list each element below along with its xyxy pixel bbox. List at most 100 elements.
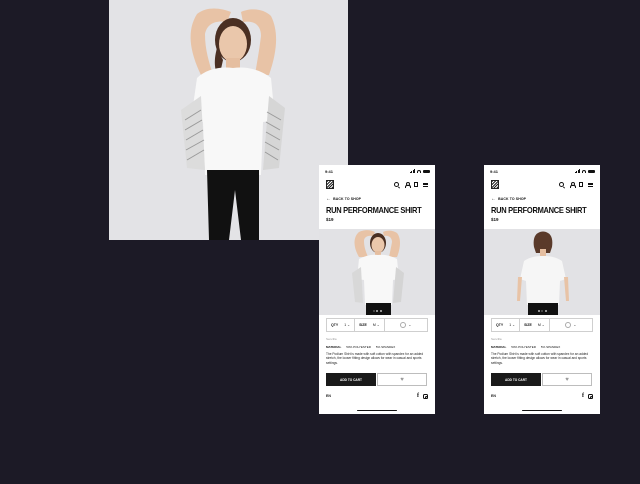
quantity-selector[interactable]: QTY 1 ⌄ xyxy=(492,319,521,331)
instagram-icon[interactable] xyxy=(588,393,594,399)
size-label: SIZE xyxy=(524,323,532,327)
shopping-bag-icon[interactable] xyxy=(579,182,583,187)
product-image-carousel[interactable] xyxy=(484,229,600,315)
system-icons xyxy=(409,169,430,173)
model-front-illustration xyxy=(319,229,435,315)
size-selector[interactable]: SIZE M ⌄ xyxy=(355,319,385,331)
wifi-icon xyxy=(417,169,421,173)
facebook-icon[interactable]: f xyxy=(582,393,584,399)
color-swatch xyxy=(400,322,407,328)
search-icon[interactable] xyxy=(394,182,399,187)
product-options-bar: QTY 1 ⌄ SIZE M ⌄ ⌄ xyxy=(326,318,428,332)
quantity-selector[interactable]: QTY 1 ⌄ xyxy=(327,319,356,331)
account-icon[interactable] xyxy=(404,182,411,188)
chevron-down-icon: ⌄ xyxy=(375,323,380,327)
menu-icon[interactable] xyxy=(588,182,593,187)
qty-label: QTY xyxy=(496,323,504,327)
material-item: 50% POLYESTER xyxy=(511,345,536,349)
brand-logo-icon[interactable] xyxy=(491,180,499,189)
model-front-illustration xyxy=(109,0,348,240)
wifi-icon xyxy=(582,169,586,173)
product-price: $19 xyxy=(326,217,334,222)
carousel-dot[interactable] xyxy=(376,310,378,312)
language-selector[interactable]: EN xyxy=(326,394,331,398)
system-icons xyxy=(574,169,595,173)
search-icon[interactable] xyxy=(559,182,564,187)
material-label: MATERIAL xyxy=(326,345,342,349)
nav-icons xyxy=(394,182,428,188)
status-bar: 9:41 xyxy=(325,169,430,175)
chevron-down-icon: ⌄ xyxy=(408,323,412,327)
product-price: $19 xyxy=(491,217,499,222)
material-label: MATERIAL xyxy=(491,345,507,349)
language-selector[interactable]: EN xyxy=(491,394,496,398)
chevron-down-icon: ⌄ xyxy=(511,323,516,327)
hero-product-photo xyxy=(109,0,348,240)
back-to-shop-link[interactable]: ← BACK TO SHOP xyxy=(491,196,526,202)
battery-icon xyxy=(588,169,595,173)
brand-logo-icon[interactable] xyxy=(326,180,334,189)
carousel-dots[interactable] xyxy=(319,310,435,312)
social-links: f xyxy=(417,393,429,399)
color-selector[interactable]: ⌄ xyxy=(550,319,592,331)
qty-label: QTY xyxy=(331,323,339,327)
home-indicator xyxy=(357,409,397,411)
color-swatch xyxy=(565,322,572,328)
product-title: RUN PERFORMANCE SHIRT xyxy=(491,205,587,216)
signal-icon xyxy=(574,169,580,173)
size-selector[interactable]: SIZE M ⌄ xyxy=(520,319,550,331)
top-navigation xyxy=(491,180,593,190)
product-options-bar: QTY 1 ⌄ SIZE M ⌄ ⌄ xyxy=(491,318,593,332)
model-back-illustration xyxy=(484,229,600,315)
top-navigation xyxy=(326,180,428,190)
chevron-down-icon: ⌄ xyxy=(346,323,351,327)
status-time: 9:41 xyxy=(490,169,499,174)
heart-icon: ♥ xyxy=(400,376,404,383)
add-to-cart-button[interactable]: ADD TO CART xyxy=(326,373,376,386)
battery-icon xyxy=(423,169,430,173)
arrow-left-icon: ← xyxy=(491,196,497,202)
home-indicator xyxy=(522,409,562,411)
size-label: SIZE xyxy=(359,323,367,327)
material-info: MATERIAL 50% POLYESTER 5% SPANDEX xyxy=(491,345,560,349)
material-info: MATERIAL 50% POLYESTER 5% SPANDEX xyxy=(326,345,395,349)
carousel-dot[interactable] xyxy=(544,310,547,312)
wishlist-button[interactable]: ♥ xyxy=(377,373,427,386)
carousel-dot[interactable] xyxy=(379,310,382,312)
carousel-dot[interactable] xyxy=(541,310,543,312)
status-time: 9:41 xyxy=(325,169,334,174)
menu-icon[interactable] xyxy=(423,182,428,187)
material-item: 50% POLYESTER xyxy=(346,345,371,349)
product-description: The Podium Shirt is made with soft cotto… xyxy=(326,352,424,365)
nav-icons xyxy=(559,182,593,188)
add-to-cart-button[interactable]: ADD TO CART xyxy=(491,373,541,386)
instagram-icon[interactable] xyxy=(423,393,429,399)
carousel-dot[interactable] xyxy=(537,310,540,312)
material-item: 5% SPANDEX xyxy=(540,345,561,349)
chevron-down-icon: ⌄ xyxy=(540,323,545,327)
facebook-icon[interactable]: f xyxy=(417,393,419,399)
heart-icon: ♥ xyxy=(565,376,569,383)
material-item: 5% SPANDEX xyxy=(375,345,396,349)
carousel-dots[interactable] xyxy=(484,310,600,312)
chevron-down-icon: ⌄ xyxy=(573,323,577,327)
status-bar: 9:41 xyxy=(490,169,595,175)
signal-icon xyxy=(409,169,415,173)
product-subtitle: Sencilla xyxy=(491,337,502,341)
product-title: RUN PERFORMANCE SHIRT xyxy=(326,205,422,216)
product-image-carousel[interactable] xyxy=(319,229,435,315)
arrow-left-icon: ← xyxy=(326,196,332,202)
color-selector[interactable]: ⌄ xyxy=(385,319,427,331)
back-label: BACK TO SHOP xyxy=(333,197,362,201)
phone-mockup-front: 9:41 ← BACK TO SHOP RUN PERFORMANCE SHIRT… xyxy=(319,165,435,414)
social-links: f xyxy=(582,393,594,399)
phone-mockup-back: 9:41 ← BACK TO SHOP RUN PERFORMANCE SHIRT… xyxy=(484,165,600,414)
product-subtitle: Sencilla xyxy=(326,337,337,341)
account-icon[interactable] xyxy=(569,182,576,188)
product-description: The Podium Shirt is made with soft cotto… xyxy=(491,352,589,365)
back-label: BACK TO SHOP xyxy=(498,197,527,201)
shopping-bag-icon[interactable] xyxy=(414,182,418,187)
carousel-dot[interactable] xyxy=(372,310,375,312)
wishlist-button[interactable]: ♥ xyxy=(542,373,592,386)
back-to-shop-link[interactable]: ← BACK TO SHOP xyxy=(326,196,361,202)
